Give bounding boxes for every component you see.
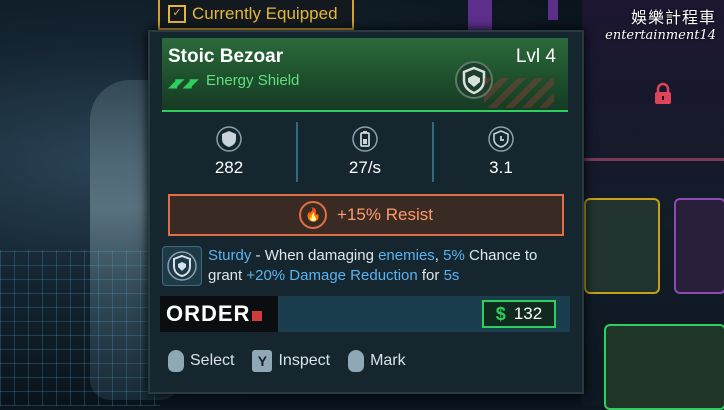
fire-icon: 🔥 xyxy=(299,201,328,229)
menu-accent xyxy=(468,0,492,32)
equipped-label: Currently Equipped xyxy=(192,4,338,23)
perk-row: Sturdy - When damaging enemies, 5% Chanc… xyxy=(160,244,570,298)
prompt-label: Mark xyxy=(370,352,406,369)
item-name: Stoic Bezoar xyxy=(168,46,284,67)
watermark-line2: entertainment14 xyxy=(605,28,716,43)
shield-stat-icon xyxy=(216,126,242,152)
logo-mark-icon xyxy=(252,311,263,321)
perk-text-part: , xyxy=(434,247,444,264)
perk-text-part: 5s xyxy=(443,267,460,284)
stats-row: 282 27/s 3.1 xyxy=(162,122,568,182)
perk-shield-icon xyxy=(162,246,202,286)
item-header: Stoic Bezoar Lvl 4 ◢◤◢◤ Energy Shield xyxy=(162,38,568,112)
watermark-line1: 娛樂計程車 xyxy=(630,8,716,27)
mouse-left-icon xyxy=(168,350,184,372)
perk-text-part: for xyxy=(417,267,444,284)
header-stripes xyxy=(484,78,554,108)
stat-value: 27/s xyxy=(348,158,382,177)
stat-value: 282 xyxy=(214,158,244,177)
y-key-icon: Y xyxy=(252,350,273,372)
perk-description: Sturdy - When damaging enemies, 5% Chanc… xyxy=(208,246,568,286)
stat-shield: 282 xyxy=(162,122,298,182)
item-tooltip-card: Stoic Bezoar Lvl 4 ◢◤◢◤ Energy Shield 28… xyxy=(148,30,584,394)
mouse-right-icon xyxy=(348,350,365,372)
stat-recharge: 27/s xyxy=(298,122,434,182)
prompt-label: Select xyxy=(190,352,235,369)
floor-grid xyxy=(0,250,160,406)
lock-icon[interactable] xyxy=(648,82,678,112)
menu-accent xyxy=(548,0,558,20)
inspect-prompt[interactable]: Y Inspect xyxy=(252,350,330,372)
mark-prompt[interactable]: Mark xyxy=(348,350,406,372)
perk-text-part: - When damaging xyxy=(251,247,379,264)
vendor-row: ORDER $ 132 xyxy=(160,296,570,332)
timer-stat-icon xyxy=(488,126,514,152)
price-tag: $ 132 xyxy=(482,300,556,328)
prompt-label: Inspect xyxy=(278,352,331,369)
rarity-chevrons-icon: ◢◤◢◤ xyxy=(168,76,199,90)
resist-text: +15% Resist xyxy=(337,205,433,224)
battery-stat-icon xyxy=(352,126,378,152)
item-type: Energy Shield xyxy=(206,72,300,89)
equipped-tag: ✓ Currently Equipped xyxy=(158,0,354,30)
item-level: Lvl 4 xyxy=(515,46,556,67)
stat-delay: 3.1 xyxy=(434,122,568,182)
inventory-slot-selected[interactable] xyxy=(604,324,724,410)
select-prompt[interactable]: Select xyxy=(168,350,234,372)
manufacturer-name: ORDER xyxy=(166,301,251,326)
button-prompts: Select Y Inspect Mark xyxy=(168,350,406,372)
stat-value: 3.1 xyxy=(489,158,513,177)
watermark: 娛樂計程車 entertainment14 xyxy=(605,4,716,43)
inventory-slot[interactable] xyxy=(584,198,660,294)
checkbox-icon: ✓ xyxy=(168,5,186,23)
price-value: 132 xyxy=(513,304,543,323)
perk-text-part: enemies xyxy=(378,247,435,264)
perk-text-part: 5% xyxy=(443,247,465,264)
manufacturer-logo: ORDER xyxy=(160,296,278,332)
perk-name: Sturdy xyxy=(208,247,252,264)
resist-bar: 🔥 +15% Resist xyxy=(168,194,564,236)
currency-icon: $ xyxy=(495,303,506,324)
inventory-slot[interactable] xyxy=(674,198,724,294)
perk-text-part: +20% Damage Reduction xyxy=(246,267,418,284)
panel-divider xyxy=(582,158,724,161)
